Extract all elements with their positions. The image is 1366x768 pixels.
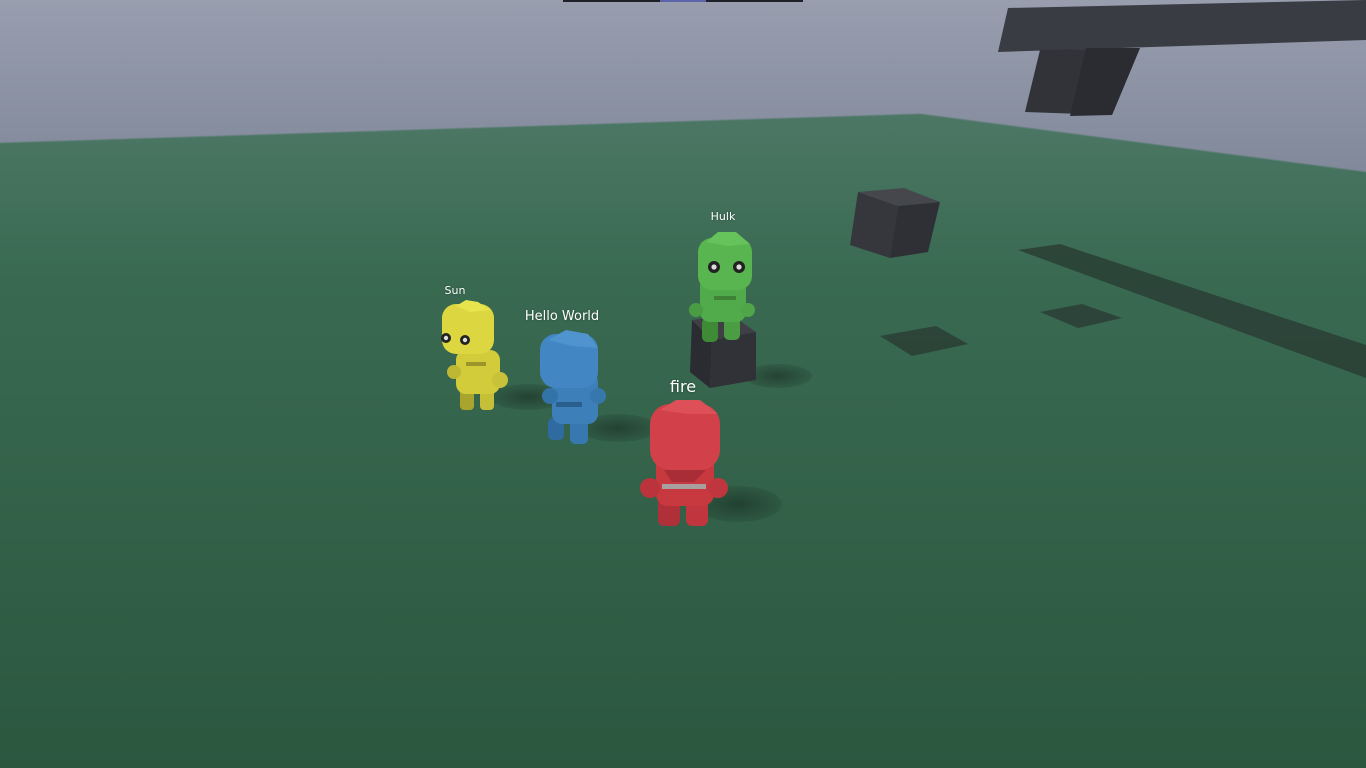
player-name-label: Hello World — [524, 309, 600, 324]
player-name-label: Sun — [444, 284, 466, 297]
player-name-label: fire — [669, 377, 697, 396]
player-name-label: Hulk — [710, 210, 736, 223]
top-edge-accent — [660, 0, 706, 2]
floating-cube — [850, 188, 940, 258]
